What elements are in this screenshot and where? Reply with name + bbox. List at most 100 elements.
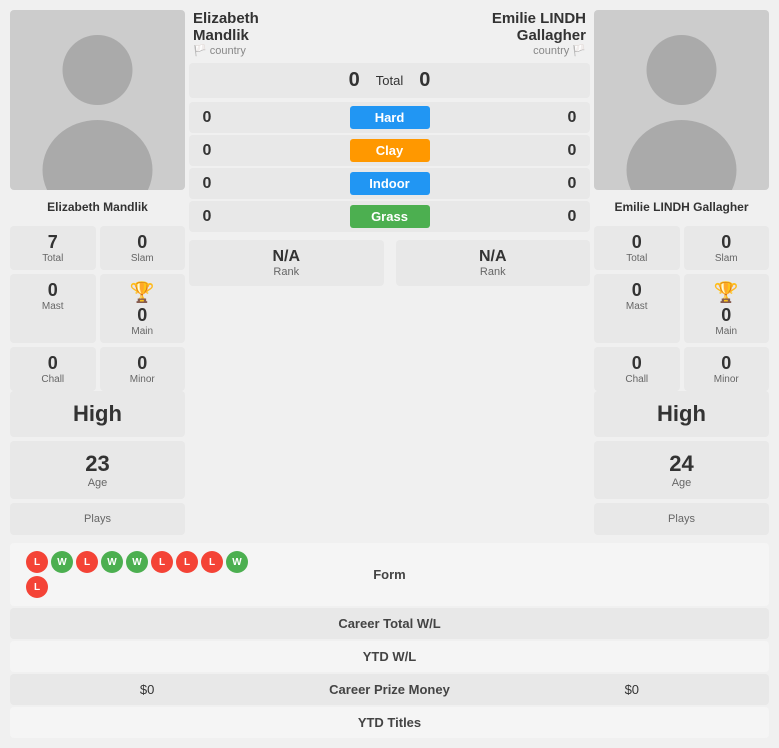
prize-label: Career Prize Money: [268, 682, 510, 697]
matchup-area: Elizabeth Mandlik 7 Total 0 Slam 0 Mast: [10, 10, 769, 391]
right-mast-label: Mast: [600, 301, 674, 312]
prize-row: $0 Career Prize Money $0: [10, 674, 769, 705]
form-badge-l: L: [151, 551, 173, 573]
left-country-icon: 🏳️: [193, 45, 207, 57]
right-plays-panel: Plays: [594, 503, 769, 535]
clay-right-score: 0: [562, 142, 582, 160]
form-badge-l: L: [201, 551, 223, 573]
form-badge-w: W: [101, 551, 123, 573]
clay-left-score: 0: [197, 142, 217, 160]
center-column: Elizabeth Mandlik 🏳️ country Emilie LIND…: [189, 10, 590, 286]
right-slam-value: 0: [721, 232, 731, 252]
left-total-box: 7 Total: [10, 226, 96, 270]
right-total-box: 0 Total: [594, 226, 680, 270]
main-container: Elizabeth Mandlik 7 Total 0 Slam 0 Mast: [0, 0, 779, 748]
right-trophy-icon: 🏆: [714, 280, 739, 305]
center-secondary-spacer: [189, 391, 590, 535]
left-chall-label: Chall: [16, 374, 90, 385]
total-label: Total: [376, 73, 403, 88]
info-row-rank: N/A Rank N/A Rank: [189, 240, 590, 286]
indoor-right-score: 0: [562, 175, 582, 193]
left-slam-label: Slam: [106, 253, 180, 264]
left-prize: $0: [26, 682, 268, 697]
left-minor-value: 0: [137, 353, 147, 373]
left-total-score: 0: [349, 69, 360, 92]
form-badge-l: L: [26, 551, 48, 573]
grass-row: 0 Grass 0: [189, 201, 590, 232]
right-chall-label: Chall: [600, 374, 674, 385]
indoor-row: 0 Indoor 0: [189, 168, 590, 199]
right-mast-box: 0 Mast: [594, 274, 680, 343]
right-high-panel: High: [594, 391, 769, 437]
right-header-name: Emilie LINDH Gallagher country 🏳️: [492, 10, 586, 57]
right-rank-label: Rank: [404, 266, 583, 278]
right-chall-value: 0: [632, 353, 642, 373]
left-player-name: Elizabeth Mandlik: [10, 200, 185, 214]
ytd-wl-row: YTD W/L: [10, 641, 769, 672]
right-main-value: 0: [721, 305, 731, 326]
right-player-name: Emilie LINDH Gallagher: [594, 200, 769, 214]
left-main-label: Main: [131, 326, 153, 337]
left-slam-value: 0: [137, 232, 147, 252]
right-total-value: 0: [632, 232, 642, 252]
left-minor-box: 0 Minor: [100, 347, 186, 391]
form-badge-l: L: [176, 551, 198, 573]
form-badge-w: W: [226, 551, 248, 573]
left-slam-box: 0 Slam: [100, 226, 186, 270]
left-main-value: 0: [137, 305, 147, 326]
left-country-flag: 🏳️ country: [193, 44, 259, 57]
left-country-text: country: [210, 45, 246, 57]
left-total-value: 7: [48, 232, 58, 252]
left-stats-bot: 0 Chall 0 Minor: [10, 347, 185, 391]
left-age-label: Age: [20, 477, 175, 489]
bottom-stats: LWLWWLLLWL Form Career Total W/L YTD W/L…: [10, 543, 769, 738]
right-mast-value: 0: [632, 280, 642, 300]
right-country-flag: country 🏳️: [492, 44, 586, 57]
left-plays-label: Plays: [20, 513, 175, 525]
right-player-column: Emilie LINDH Gallagher 0 Total 0 Slam 0 …: [594, 10, 769, 391]
right-rank-panel: N/A Rank: [396, 240, 591, 286]
left-total-label: Total: [16, 253, 90, 264]
left-rank-panel: N/A Rank: [189, 240, 384, 286]
right-minor-box: 0 Minor: [684, 347, 770, 391]
left-rank-label: Rank: [197, 266, 376, 278]
left-name-top: Elizabeth: [193, 10, 259, 27]
right-age-panel: 24 Age: [594, 441, 769, 499]
right-name-top: Emilie LINDH: [492, 10, 586, 27]
form-label: Form: [268, 567, 510, 582]
left-header-name: Elizabeth Mandlik 🏳️ country: [193, 10, 259, 57]
left-mast-label: Mast: [16, 301, 90, 312]
left-rank-value: N/A: [197, 248, 376, 266]
right-main-label: Main: [715, 326, 737, 337]
ytd-wl-label: YTD W/L: [268, 649, 510, 664]
ytd-titles-row: YTD Titles: [10, 707, 769, 738]
left-high-panel: High: [10, 391, 185, 437]
hard-row: 0 Hard 0: [189, 102, 590, 133]
right-slam-box: 0 Slam: [684, 226, 770, 270]
secondary-info-row: High 23 Age Plays High 24 Age Plays: [10, 391, 769, 535]
right-high-value: High: [604, 401, 759, 427]
left-mast-box: 0 Mast: [10, 274, 96, 343]
form-badge-w: W: [51, 551, 73, 573]
right-age-label: Age: [604, 477, 759, 489]
hard-left-score: 0: [197, 109, 217, 127]
total-score-row: 0 Total 0: [189, 63, 590, 98]
right-rank-value: N/A: [404, 248, 583, 266]
rank-spacer: [388, 240, 392, 286]
right-total-score: 0: [419, 69, 430, 92]
right-age-value: 24: [604, 451, 759, 477]
left-high-value: High: [20, 401, 175, 427]
right-total-label: Total: [600, 253, 674, 264]
left-chall-value: 0: [48, 353, 58, 373]
ytd-titles-label: YTD Titles: [268, 715, 510, 730]
form-badge-l: L: [76, 551, 98, 573]
right-country-text: country: [533, 45, 569, 57]
left-plays-panel: Plays: [10, 503, 185, 535]
grass-right-score: 0: [562, 208, 582, 226]
right-country-icon: 🏳️: [572, 45, 586, 57]
right-prize: $0: [511, 682, 753, 697]
left-trophy-box: 🏆 0 Main: [100, 274, 186, 343]
left-name-bot: Mandlik: [193, 27, 259, 44]
right-stats-top: 0 Total 0 Slam: [594, 226, 769, 270]
indoor-left-score: 0: [197, 175, 217, 193]
